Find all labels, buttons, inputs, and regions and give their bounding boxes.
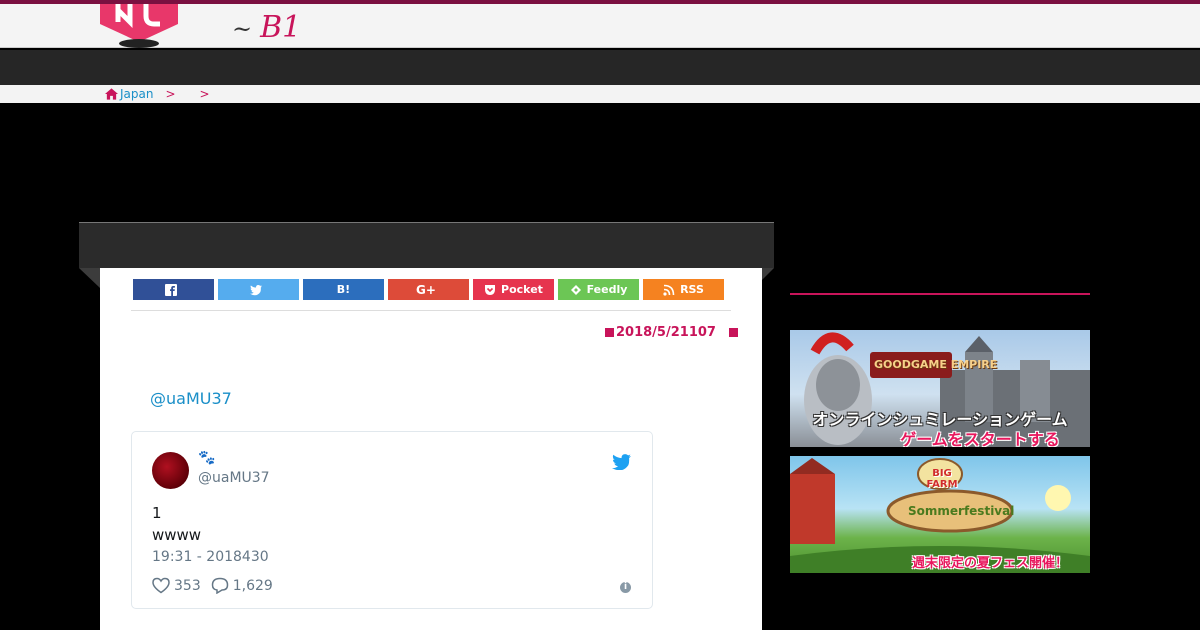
google-plus-icon: G+ bbox=[416, 282, 436, 297]
tweet-timestamp[interactable]: 19:31 - 2018430 bbox=[152, 549, 269, 565]
embedded-tweet[interactable]: 🐾 @uaMU37 1 wwww 19:31 - 2018430 353 1,6… bbox=[131, 431, 653, 609]
tweet-text: 1 wwww bbox=[152, 502, 201, 546]
tweet-reply-count: 1,629 bbox=[232, 577, 273, 594]
tweet-user-name[interactable]: 🐾 bbox=[198, 450, 215, 466]
ad-empire-brand: GOODGAME EMPIRE bbox=[874, 358, 998, 371]
ad-empire-cta[interactable]: ゲームをスタートする bbox=[830, 426, 1090, 447]
twitter-bird-icon[interactable] bbox=[612, 454, 631, 470]
post-date: 2018/5/21107 bbox=[616, 325, 716, 340]
tweet-avatar[interactable] bbox=[152, 452, 189, 489]
share-rss-button[interactable]: RSS bbox=[643, 279, 724, 300]
tweet-text-line: 1 bbox=[152, 504, 162, 522]
breadcrumb: Japan > > bbox=[105, 87, 222, 101]
article-meta: 2018/5/21107 bbox=[605, 325, 740, 340]
ad-bigfarm-brand: BIG FARM bbox=[926, 468, 958, 490]
share-rss-label: RSS bbox=[680, 283, 704, 296]
tweet-user-handle[interactable]: @uaMU37 bbox=[198, 470, 270, 486]
home-icon[interactable] bbox=[105, 88, 118, 100]
category-marker bbox=[728, 328, 738, 337]
share-google-plus-button[interactable]: G+ bbox=[388, 279, 469, 300]
sidebar-ad-empire[interactable]: GOODGAME EMPIRE オンラインシュミレーションゲーム ゲームをスター… bbox=[790, 330, 1090, 447]
share-twitter-button[interactable] bbox=[218, 279, 299, 300]
share-facebook-button[interactable] bbox=[133, 279, 214, 300]
rss-icon bbox=[663, 284, 675, 296]
pocket-icon bbox=[485, 284, 496, 295]
sidebar-divider bbox=[790, 293, 1090, 295]
ad-bigfarm-cta[interactable]: 週末限定の夏フェス開催！ bbox=[840, 552, 1090, 571]
share-feedly-label: Feedly bbox=[586, 283, 628, 296]
facebook-icon bbox=[165, 283, 177, 296]
share-pocket-button[interactable]: Pocket bbox=[473, 279, 554, 300]
divider bbox=[131, 310, 731, 311]
sidebar-ad-bigfarm[interactable]: BIG FARM Sommerfestival 週末限定の夏フェス開催！ bbox=[790, 456, 1090, 573]
breadcrumb-separator: > bbox=[165, 87, 176, 101]
heart-icon[interactable] bbox=[152, 577, 170, 594]
share-feedly-button[interactable]: Feedly bbox=[558, 279, 639, 300]
twitter-icon bbox=[250, 284, 262, 295]
tagline-tilde: ~ bbox=[232, 15, 253, 43]
ad-bigfarm-subtitle: Sommerfestival bbox=[908, 504, 1015, 518]
reply-icon[interactable] bbox=[211, 577, 229, 594]
tweet-text-line: wwww bbox=[152, 526, 202, 544]
info-icon[interactable]: i bbox=[620, 582, 631, 593]
title-ribbon-fold-right bbox=[762, 268, 774, 280]
breadcrumb-separator: > bbox=[199, 87, 210, 101]
feedly-icon bbox=[570, 284, 581, 295]
site-tagline: ~ B1 bbox=[232, 10, 301, 45]
twitter-mention-link[interactable]: @uaMU37 bbox=[150, 389, 232, 408]
article-title-bar bbox=[79, 222, 774, 268]
logo-shadow bbox=[119, 39, 159, 48]
share-hatena-label: B! bbox=[336, 283, 351, 296]
share-pocket-label: Pocket bbox=[501, 283, 543, 296]
breadcrumb-item-japan[interactable]: Japan bbox=[120, 87, 153, 101]
main-navbar bbox=[0, 50, 1200, 85]
tweet-actions: 353 1,629 bbox=[152, 577, 273, 594]
tweet-like-count: 353 bbox=[174, 577, 201, 594]
title-ribbon-fold-left bbox=[79, 268, 100, 288]
share-hatena-button[interactable]: B! bbox=[303, 279, 384, 300]
date-marker bbox=[605, 328, 614, 337]
tagline-text: B1 bbox=[260, 10, 302, 45]
share-buttons: B! G+ Pocket Feedly RSS bbox=[133, 279, 724, 300]
site-header: ~ B1 bbox=[0, 4, 1200, 48]
